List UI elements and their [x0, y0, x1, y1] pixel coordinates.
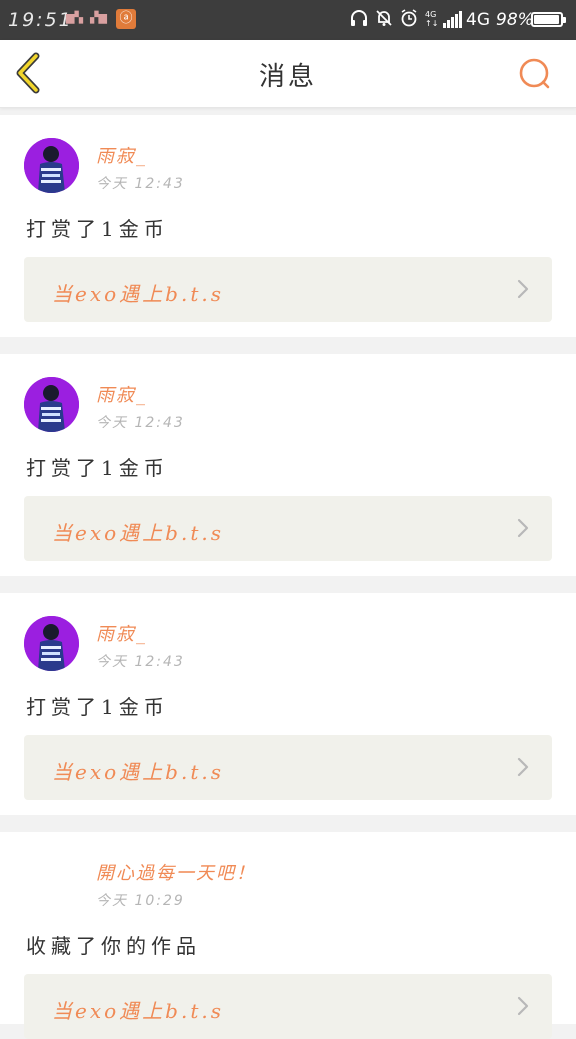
message-text: 收藏了你的作品 — [26, 934, 201, 958]
4g-data-icon: 4G ↑↓ — [425, 10, 439, 28]
headphones-icon — [351, 10, 367, 26]
username[interactable]: 開心過每一天吧！ — [96, 859, 256, 885]
avatar[interactable] — [24, 138, 79, 193]
username[interactable]: 雨寂_ — [96, 142, 147, 168]
alarm-icon — [401, 9, 417, 27]
username[interactable]: 雨寂_ — [96, 381, 147, 407]
chevron-right-icon — [517, 996, 529, 1016]
work-title: 当exo遇上b.t.s — [52, 521, 224, 545]
username[interactable]: 雨寂_ — [96, 620, 147, 646]
work-link[interactable]: 当exo遇上b.t.s — [24, 735, 552, 800]
chevron-right-icon — [517, 518, 529, 538]
work-title: 当exo遇上b.t.s — [52, 760, 224, 784]
chevron-right-icon — [517, 279, 529, 299]
message-text: 打赏了1金币 — [26, 217, 169, 241]
signal-icon — [443, 11, 463, 28]
top-navigation-bar: 消息 — [0, 40, 576, 108]
avatar[interactable] — [24, 377, 79, 432]
work-link[interactable]: 当exo遇上b.t.s — [24, 496, 552, 561]
chevron-right-icon — [517, 757, 529, 777]
network-type: 4G — [466, 10, 490, 30]
app-notification-icon: ⓐ — [116, 9, 136, 29]
status-bar: 19:51 ▆▚ ▞▆ ⓐ 4G ↑↓ 4G 98% — [0, 0, 576, 40]
avatar[interactable] — [24, 616, 79, 671]
work-link[interactable]: 当exo遇上b.t.s — [24, 257, 552, 322]
notification-icon: ▆▚ — [66, 11, 83, 24]
battery-icon — [531, 12, 566, 27]
bell-mute-icon — [376, 10, 392, 26]
timestamp: 今天 12:43 — [96, 654, 185, 670]
message-text: 打赏了1金币 — [26, 456, 169, 480]
notification-icon: ▞▆ — [90, 11, 107, 24]
timestamp: 今天 12:43 — [96, 415, 185, 431]
timestamp: 今天 10:29 — [96, 893, 185, 909]
message-item: 雨寂_ 今天 12:43 打赏了1金币 当exo遇上b.t.s — [0, 354, 576, 576]
search-icon — [519, 58, 550, 89]
message-item: 開心過每一天吧！ 今天 10:29 收藏了你的作品 当exo遇上b.t.s — [0, 832, 576, 1039]
message-text: 打赏了1金币 — [26, 695, 169, 719]
message-item: 雨寂_ 今天 12:43 打赏了1金币 当exo遇上b.t.s — [0, 593, 576, 815]
work-title: 当exo遇上b.t.s — [52, 282, 224, 306]
battery-percent: 98% — [496, 10, 534, 30]
status-time: 19:51 — [8, 9, 73, 31]
message-item: 雨寂_ 今天 12:43 打赏了1金币 当exo遇上b.t.s — [0, 115, 576, 337]
work-title: 当exo遇上b.t.s — [52, 999, 224, 1023]
timestamp: 今天 12:43 — [96, 176, 185, 192]
search-button[interactable] — [514, 54, 554, 94]
page-title: 消息 — [258, 62, 317, 92]
work-link[interactable]: 当exo遇上b.t.s — [24, 974, 552, 1039]
